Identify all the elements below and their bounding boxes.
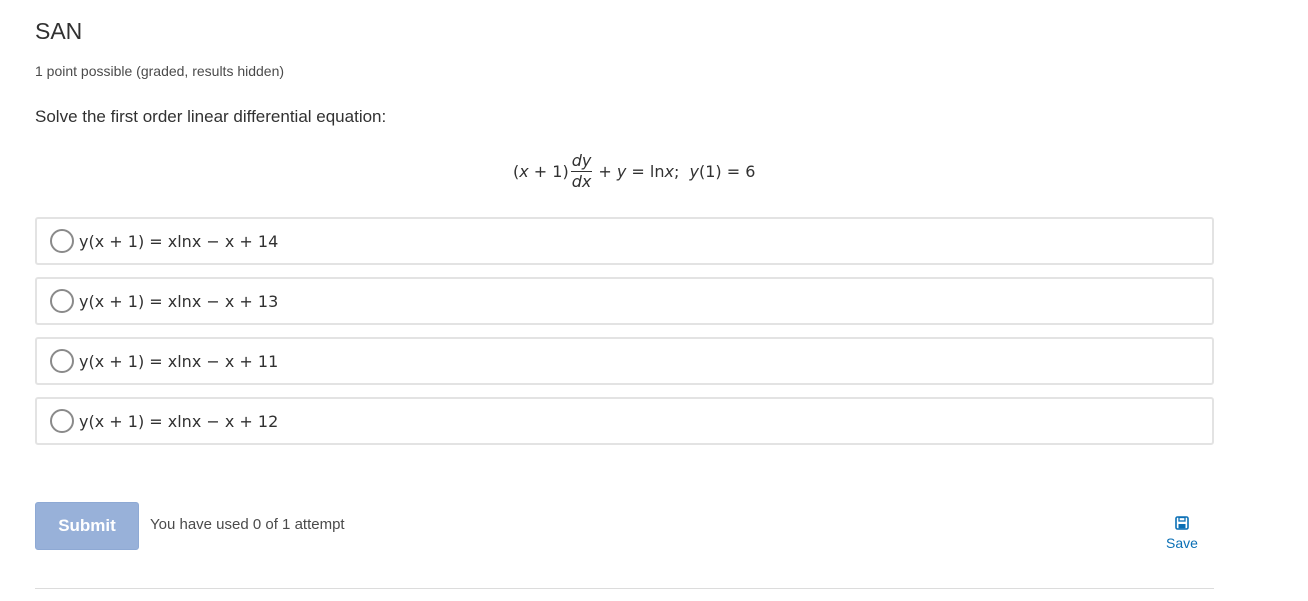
choice-option-3[interactable]: y(x + 1) = xlnx − x + 11 bbox=[35, 337, 1214, 385]
eq-frac-denominator: dx bbox=[571, 171, 592, 191]
floppy-disk-icon bbox=[1175, 516, 1189, 530]
eq-var-y2: y bbox=[689, 161, 699, 181]
eq-var-x2: x bbox=[664, 161, 674, 181]
attempts-status: You have used 0 of 1 attempt bbox=[150, 516, 345, 533]
choice-label-2: y(x + 1) = xlnx − x + 13 bbox=[79, 291, 279, 311]
points-info: 1 point possible (graded, results hidden… bbox=[35, 63, 285, 79]
radio-button-3[interactable] bbox=[50, 349, 74, 373]
radio-button-2[interactable] bbox=[50, 289, 74, 313]
choice-label-1: y(x + 1) = xlnx − x + 14 bbox=[79, 231, 279, 251]
eq-plus: + bbox=[598, 161, 617, 181]
eq-condition: (1) = 6 bbox=[698, 161, 756, 181]
section-divider bbox=[35, 588, 1214, 589]
answer-choices: y(x + 1) = xlnx − x + 14 y(x + 1) = xlnx… bbox=[35, 217, 1214, 457]
choice-option-4[interactable]: y(x + 1) = xlnx − x + 12 bbox=[35, 397, 1214, 445]
differential-equation: (x + 1) dy dx + y = ln x; y (1) = 6 bbox=[513, 147, 755, 195]
eq-frac-numerator: dy bbox=[570, 150, 593, 172]
save-label: Save bbox=[1166, 535, 1198, 551]
choice-label-3: y(x + 1) = xlnx − x + 11 bbox=[79, 351, 279, 371]
eq-var-x: x bbox=[519, 161, 529, 181]
eq-paren-rest: + 1) bbox=[528, 161, 569, 181]
problem-prompt: Solve the first order linear differentia… bbox=[35, 107, 387, 126]
radio-button-4[interactable] bbox=[50, 409, 74, 433]
save-button[interactable]: Save bbox=[1160, 516, 1204, 551]
submit-button[interactable]: Submit bbox=[35, 502, 139, 550]
radio-button-1[interactable] bbox=[50, 229, 74, 253]
eq-semicolon: ; bbox=[673, 161, 690, 181]
eq-fraction: dy dx bbox=[570, 150, 593, 191]
choice-option-2[interactable]: y(x + 1) = xlnx − x + 13 bbox=[35, 277, 1214, 325]
choice-label-4: y(x + 1) = xlnx − x + 12 bbox=[79, 411, 279, 431]
problem-title: SAN bbox=[35, 18, 83, 44]
choice-option-1[interactable]: y(x + 1) = xlnx − x + 14 bbox=[35, 217, 1214, 265]
eq-rhs: = ln bbox=[626, 161, 665, 181]
eq-var-y: y bbox=[616, 161, 627, 181]
